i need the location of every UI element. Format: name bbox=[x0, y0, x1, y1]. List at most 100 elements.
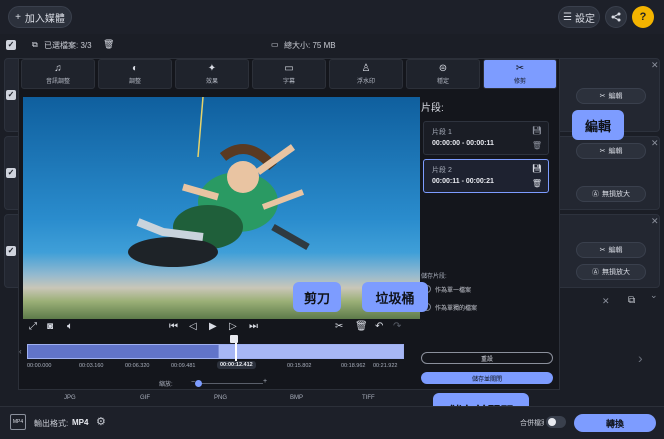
selected-files-count: 已選檔案: 3/3 bbox=[44, 41, 92, 50]
radio-single-file-label: 作為單一檔案 bbox=[435, 288, 472, 294]
editor-dialog: ♫ 音訊調整 ◐ 調整 ✦ 效果 ▭ 字幕 ♙ 浮水印 ⊜ 穩定 ✂ 修剪 片段… bbox=[18, 58, 560, 390]
segment-card-2[interactable]: 片段 2 00:00:11 - 00:00:21 💾︎ 🗑︎ bbox=[423, 159, 549, 193]
timeline-tick: 00:09.481 bbox=[171, 363, 196, 369]
timeline-track[interactable] bbox=[27, 344, 404, 359]
upscale-button-2[interactable]: Ⓐ 無損放大 bbox=[576, 186, 646, 202]
format-tiff[interactable]: TIFF bbox=[362, 395, 392, 405]
close-icon[interactable]: ✕ bbox=[651, 138, 659, 149]
skip-end-icon[interactable]: ⏭︎ bbox=[249, 321, 258, 332]
upscale-label: 無損放大 bbox=[602, 269, 630, 276]
chevron-left-icon[interactable]: ‹ bbox=[19, 347, 22, 356]
file-checkbox-3[interactable]: ✓ bbox=[6, 246, 16, 256]
chevron-right-icon[interactable]: › bbox=[638, 350, 643, 366]
close-icon[interactable]: ✕ bbox=[651, 60, 659, 71]
upscale-button-3[interactable]: Ⓐ 無損放大 bbox=[576, 264, 646, 280]
zoom-label: 縮放: bbox=[159, 382, 173, 388]
output-format-label: 輸出格式: bbox=[34, 419, 69, 428]
next-frame-icon[interactable]: ▷ bbox=[229, 321, 237, 332]
timeline-tick: 00:00.000 bbox=[27, 363, 52, 369]
output-format-value[interactable]: MP4 bbox=[72, 418, 88, 427]
add-media-button[interactable]: + 加入媒體 bbox=[8, 6, 72, 28]
reset-button[interactable]: 重設 bbox=[421, 352, 553, 364]
timeline-tick: 00:21.922 bbox=[373, 363, 398, 369]
zoom-in-icon[interactable]: + bbox=[263, 378, 267, 385]
scissors-icon: ✂ bbox=[599, 247, 606, 254]
format-bmp[interactable]: BMP bbox=[290, 395, 320, 405]
copy-icon[interactable]: ⧉ bbox=[628, 295, 635, 306]
tab-subtitles[interactable]: ▭ 字幕 bbox=[252, 59, 326, 89]
timeline-tick: 00:15.802 bbox=[287, 363, 312, 369]
help-button[interactable]: ? bbox=[632, 6, 654, 28]
file-size-icon: ▭ bbox=[271, 40, 279, 49]
volume-icon[interactable]: 🔈︎ bbox=[67, 321, 73, 332]
tab-label: 調整 bbox=[128, 78, 141, 85]
zoom-control: 縮放: bbox=[159, 379, 173, 388]
scissors-icon[interactable]: ✂ bbox=[335, 321, 343, 332]
undo-icon[interactable]: ↶ bbox=[375, 321, 383, 332]
gear-icon[interactable]: ⚙ bbox=[96, 415, 106, 428]
video-preview[interactable] bbox=[23, 97, 420, 319]
close-icon[interactable]: ✕ bbox=[651, 216, 659, 227]
edit-button-1[interactable]: ✂ 編輯 bbox=[576, 88, 646, 104]
playhead-handle[interactable] bbox=[230, 335, 238, 343]
edit-label: 編輯 bbox=[608, 148, 623, 155]
skip-start-icon[interactable]: ⏮︎ bbox=[169, 321, 178, 332]
segment-name: 片段 1 bbox=[432, 129, 452, 136]
trash-icon[interactable]: 🗑︎ bbox=[532, 141, 542, 150]
tab-stabilize[interactable]: ⊜ 穩定 bbox=[406, 59, 480, 89]
close-icon[interactable]: ✕ bbox=[602, 296, 610, 307]
save-icon[interactable]: 💾︎ bbox=[532, 164, 542, 173]
tab-label: 效果 bbox=[205, 78, 218, 85]
callout-trash: 垃圾桶 bbox=[362, 282, 428, 312]
edit-button-3[interactable]: ✂ 編輯 bbox=[576, 242, 646, 258]
segment-card-1[interactable]: 片段 1 00:00:00 - 00:00:11 💾︎ 🗑︎ bbox=[423, 121, 549, 155]
file-checkbox-2[interactable]: ✓ bbox=[6, 168, 16, 178]
convert-button[interactable]: 轉換 bbox=[574, 414, 656, 432]
subtitles-icon: ▭ bbox=[284, 62, 294, 74]
trash-icon[interactable]: 🗑 bbox=[103, 39, 114, 50]
files-icon: ⧉ bbox=[32, 40, 38, 49]
chevron-down-icon[interactable]: ⌄ bbox=[650, 290, 658, 301]
format-jpg[interactable]: JPG bbox=[64, 395, 94, 405]
zoom-slider[interactable] bbox=[199, 383, 263, 384]
tab-trim[interactable]: ✂ 修剪 bbox=[483, 59, 557, 89]
share-icon bbox=[611, 12, 621, 22]
format-png[interactable]: PNG bbox=[214, 395, 244, 405]
save-close-button[interactable]: 儲存並關閉 bbox=[421, 372, 553, 384]
merge-files-label: 合併檔案: bbox=[520, 420, 544, 427]
save-segments-label: 儲存片段: bbox=[421, 274, 447, 280]
merge-toggle[interactable] bbox=[546, 416, 566, 428]
settings-button[interactable]: ☰ 設定 bbox=[558, 6, 600, 28]
merge-toggle-knob bbox=[548, 418, 556, 426]
play-icon[interactable]: ▶ bbox=[209, 321, 217, 332]
segment-range: 00:00:00 - 00:00:11 bbox=[432, 140, 494, 147]
segments-title: 片段: bbox=[421, 103, 444, 114]
adjust-icon: ◐ bbox=[131, 62, 139, 74]
share-button[interactable] bbox=[605, 6, 627, 28]
timeline-segment-2[interactable] bbox=[219, 345, 403, 358]
camera-icon[interactable]: ◙ bbox=[47, 321, 53, 332]
ai-icon: Ⓐ bbox=[592, 269, 599, 276]
trash-icon[interactable]: 🗑︎ bbox=[532, 179, 542, 188]
edit-button-2[interactable]: ✂ 編輯 bbox=[576, 143, 646, 159]
file-checkbox-1[interactable]: ✓ bbox=[6, 90, 16, 100]
timeline-segment-1[interactable] bbox=[28, 345, 218, 358]
tab-adjust[interactable]: ◐ 調整 bbox=[98, 59, 172, 89]
scissors-icon: ✂ bbox=[599, 148, 606, 155]
prev-frame-icon[interactable]: ◁ bbox=[189, 321, 197, 332]
tab-watermark[interactable]: ♙ 浮水印 bbox=[329, 59, 403, 89]
watermark-icon: ♙ bbox=[361, 62, 371, 74]
tab-effects[interactable]: ✦ 效果 bbox=[175, 59, 249, 89]
tab-audio[interactable]: ♫ 音訊調整 bbox=[21, 59, 95, 89]
fullscreen-icon[interactable]: ⤢ bbox=[29, 321, 37, 332]
zoom-slider-thumb[interactable] bbox=[195, 380, 202, 387]
save-icon[interactable]: 💾︎ bbox=[532, 126, 542, 135]
trash-icon[interactable]: 🗑︎ bbox=[355, 321, 368, 332]
select-all-checkbox[interactable]: ✓ bbox=[6, 40, 16, 50]
format-gif[interactable]: GIF bbox=[140, 395, 170, 405]
tab-label: 穩定 bbox=[436, 78, 449, 85]
redo-icon[interactable]: ↷ bbox=[393, 321, 401, 332]
settings-label: 設定 bbox=[574, 13, 595, 25]
format-file-icon: MP4 bbox=[10, 414, 26, 430]
tab-label: 字幕 bbox=[282, 78, 295, 85]
